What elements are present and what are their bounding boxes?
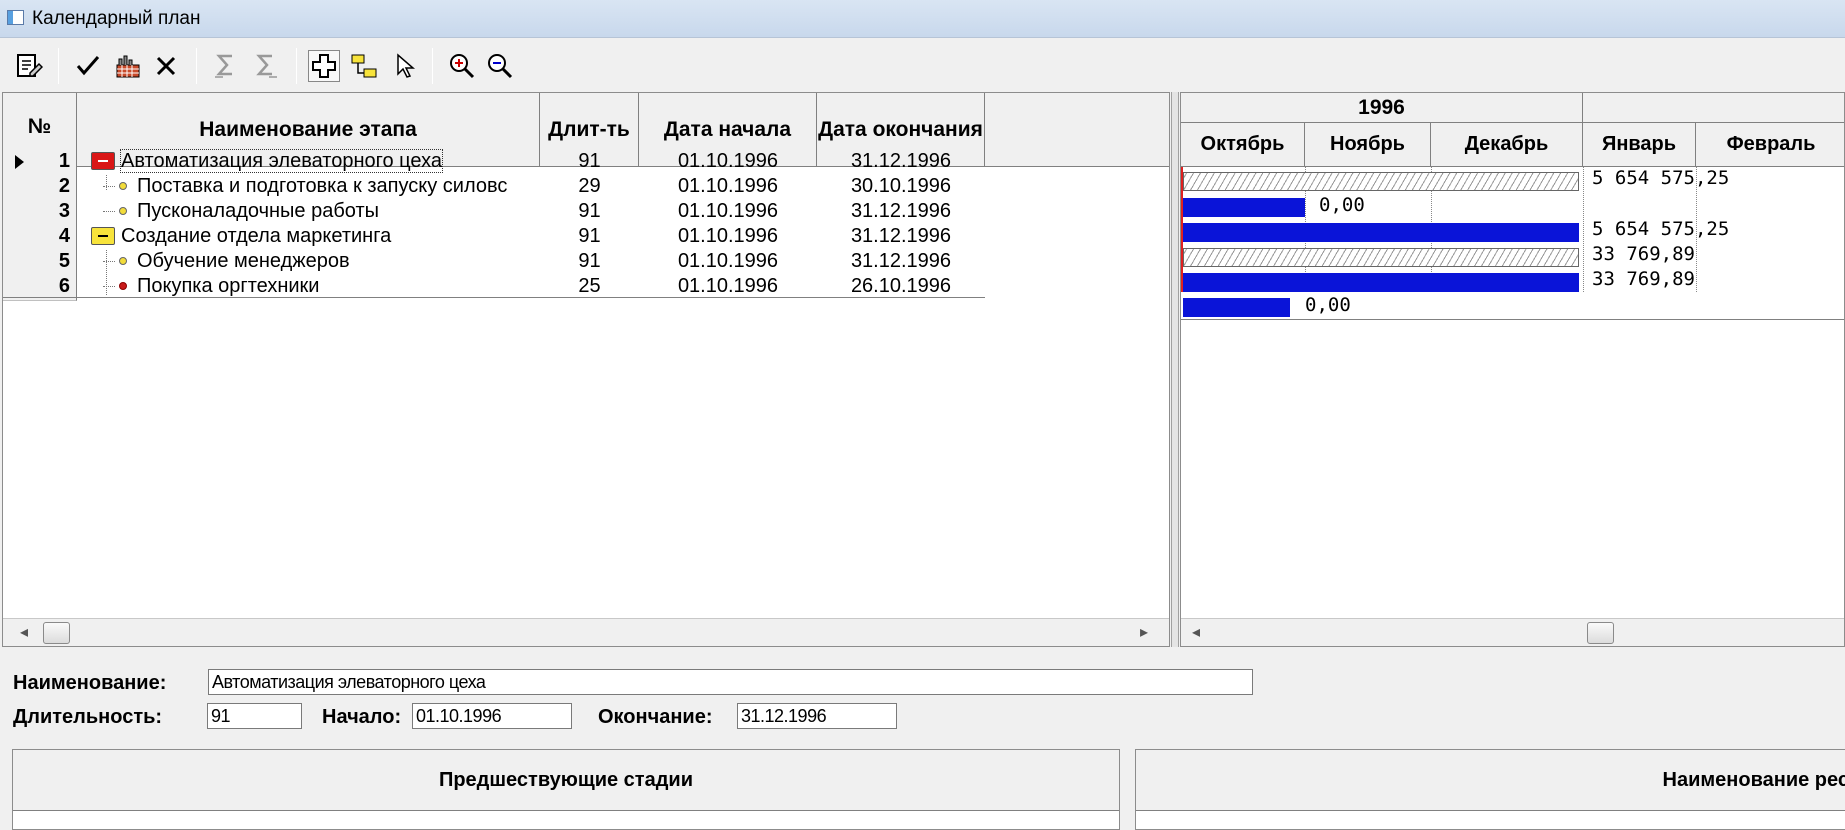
gantt-month: Январь [1583, 123, 1696, 166]
scroll-right-arrow-icon[interactable]: ▸ [1131, 619, 1157, 646]
gantt-horizontal-scrollbar[interactable]: ◂ [1181, 618, 1844, 646]
gantt-month: Октябрь [1181, 123, 1305, 166]
yellow-folder-icon[interactable] [91, 227, 115, 245]
gantt-bar-label: 5 654 575,25 [1592, 218, 1730, 240]
start-label: Начало: [322, 706, 402, 728]
name-field[interactable]: Автоматизация элеваторного цеха [208, 669, 1253, 695]
gantt-year-next [1583, 93, 1844, 123]
yellow-dot-icon [119, 257, 127, 265]
grid-bottom-line [3, 297, 985, 298]
gantt-bar-summary[interactable] [1183, 248, 1579, 267]
gantt-bar-label: 33 769,89 [1592, 268, 1695, 290]
sum-right-icon[interactable] [250, 50, 282, 82]
duration-field[interactable]: 91 [207, 703, 302, 729]
tree-branch-line [103, 211, 115, 213]
task-name: Поставка и подготовка к запуску силовс [137, 175, 508, 197]
duration-label: Длительность: [13, 706, 163, 728]
note-edit-icon[interactable] [12, 50, 44, 82]
gantt-bar-label: 5 654 575,25 [1592, 167, 1730, 189]
task-name: Пусконаладочные работы [137, 200, 380, 222]
factory-resources-icon[interactable] [112, 50, 144, 82]
gantt-bar[interactable] [1183, 198, 1305, 217]
hierarchy-icon[interactable] [348, 50, 380, 82]
tree-guide-line [106, 250, 107, 295]
name-label: Наименование: [13, 672, 167, 694]
gantt-bar[interactable] [1183, 223, 1579, 242]
app-icon [7, 10, 24, 25]
predecessors-header[interactable]: Предшествующие стадии [13, 750, 1119, 811]
task-details-form: Наименование: Автоматизация элеваторного… [0, 656, 1845, 830]
tree-guide-line [106, 175, 107, 190]
gantt-year: 1996 [1181, 93, 1583, 123]
task-name: Создание отдела маркетинга [121, 225, 392, 247]
panel-splitter[interactable] [1171, 92, 1179, 647]
grid-horizontal-scrollbar[interactable]: ◂ ▸ [3, 618, 1169, 646]
scroll-left-arrow-icon[interactable]: ◂ [1183, 619, 1209, 646]
gantt-bar-label: 0,00 [1305, 294, 1351, 316]
resources-table[interactable]: Наименование рес [1135, 749, 1845, 830]
resources-header[interactable]: Наименование рес [1136, 750, 1845, 811]
gantt-bar[interactable] [1183, 273, 1579, 292]
task-name: Автоматизация элеваторного цеха [120, 149, 443, 173]
month-gridline [1583, 167, 1584, 292]
gantt-bar[interactable] [1183, 298, 1290, 317]
sum-left-icon[interactable] [210, 50, 242, 82]
toolbar [0, 38, 1845, 92]
end-date-field[interactable]: 31.12.1996 [737, 703, 897, 729]
end-label: Окончание: [598, 706, 713, 728]
scrollbar-thumb[interactable] [1587, 622, 1614, 644]
gantt-bar-label: 33 769,89 [1592, 243, 1695, 265]
red-folder-icon[interactable] [91, 152, 115, 170]
scroll-left-arrow-icon[interactable]: ◂ [11, 619, 37, 646]
task-grid: № Наименование этапа Длит-ть Дата начала… [2, 92, 1170, 647]
predecessors-table[interactable]: Предшествующие стадии [12, 749, 1120, 830]
gantt-chart: 1996 Октябрь Ноябрь Декабрь Январь Февра… [1180, 92, 1845, 647]
task-name: Покупка оргтехники [137, 275, 320, 297]
tree-branch-line [103, 261, 115, 263]
scrollbar-thumb[interactable] [43, 622, 70, 644]
gantt-header: 1996 Октябрь Ноябрь Декабрь Январь Февра… [1181, 93, 1844, 167]
yellow-dot-icon [119, 182, 127, 190]
tree-branch-line [103, 286, 115, 288]
window-title: Календарный план [32, 8, 201, 29]
checkmark-icon[interactable] [72, 50, 104, 82]
gantt-month: Февраль [1726, 133, 1816, 155]
zoom-out-icon[interactable] [484, 50, 516, 82]
task-name: Обучение менеджеров [137, 250, 350, 272]
add-cross-icon[interactable] [308, 50, 340, 82]
tree-branch-line [103, 186, 115, 188]
current-row-arrow-icon [15, 155, 24, 169]
yellow-dot-icon [119, 207, 127, 215]
red-dot-icon [119, 282, 127, 290]
zoom-in-icon[interactable] [446, 50, 478, 82]
gantt-body: 5 654 575,25 0,00 5 654 575,25 33 769,89… [1181, 167, 1844, 607]
gantt-month: Ноябрь [1305, 123, 1431, 166]
start-date-field[interactable]: 01.10.1996 [412, 703, 572, 729]
gantt-bar-summary[interactable] [1183, 172, 1579, 191]
gantt-bar-label: 0,00 [1319, 194, 1365, 216]
delete-x-icon[interactable] [150, 50, 182, 82]
title-bar: Календарный план [0, 0, 1845, 38]
pointer-icon[interactable] [388, 50, 420, 82]
gantt-bottom-line [1181, 319, 1844, 320]
gantt-month: Декабрь [1431, 123, 1583, 166]
